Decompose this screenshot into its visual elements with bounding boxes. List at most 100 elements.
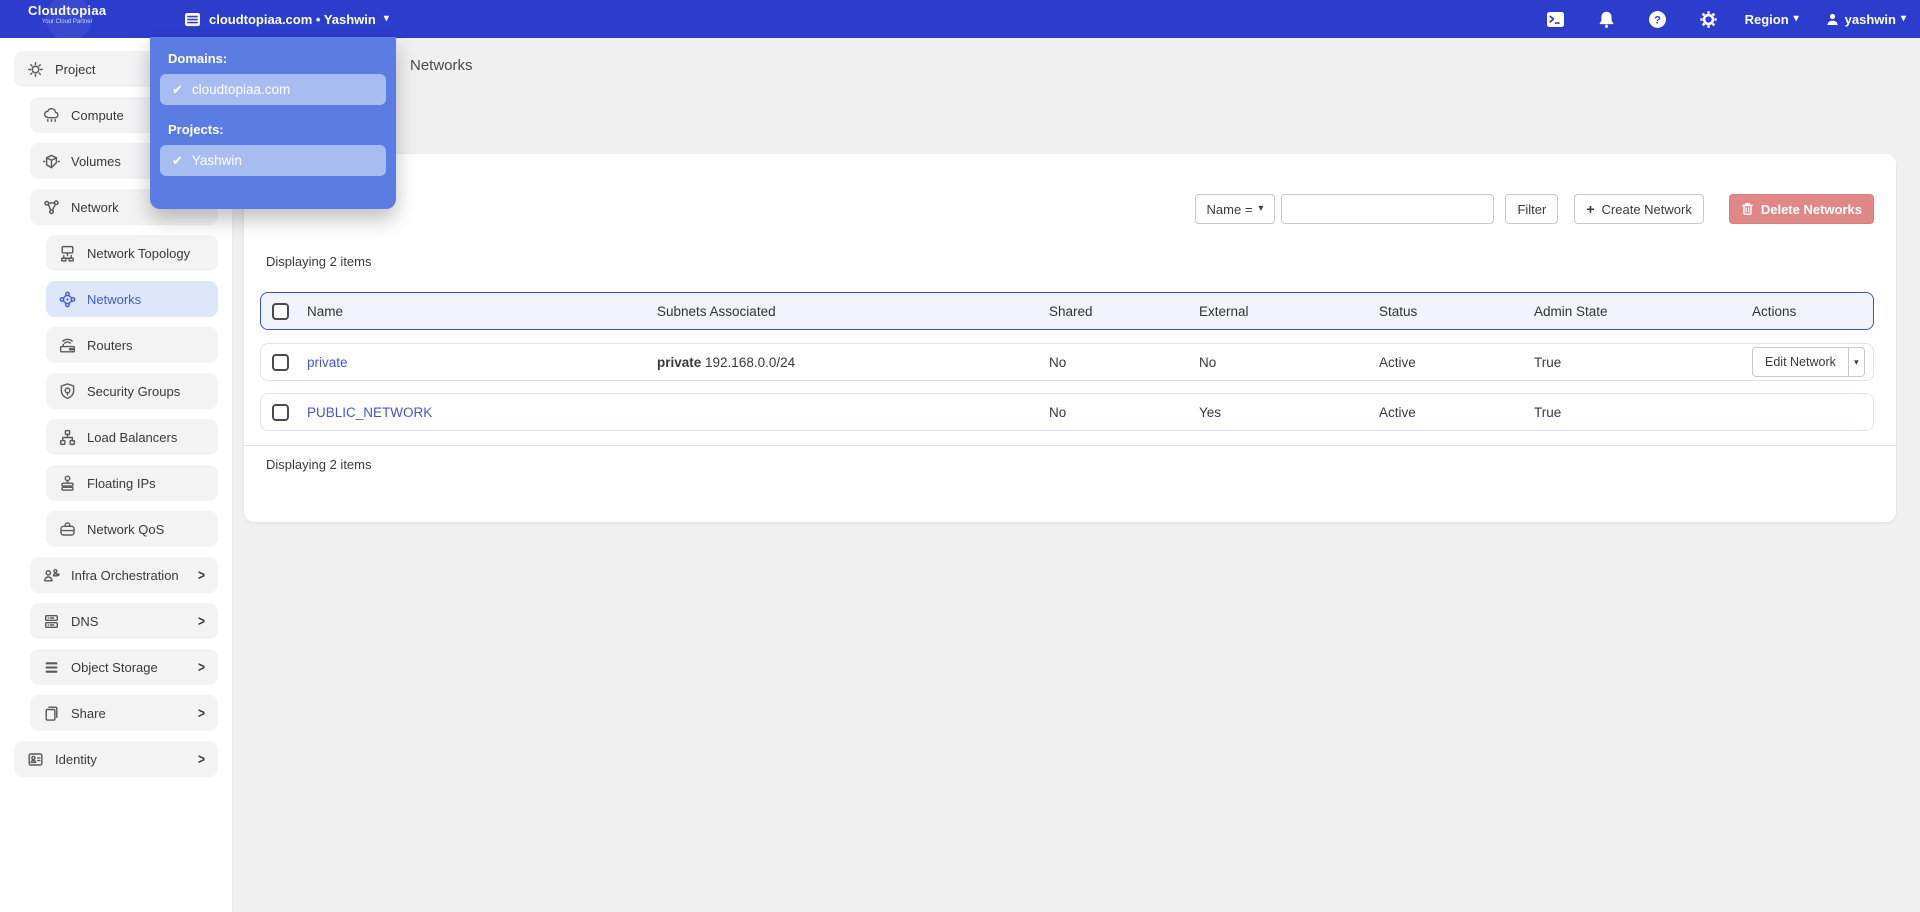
sidebar-item-identity[interactable]: Identity > bbox=[14, 741, 218, 777]
check-icon: ✔ bbox=[172, 152, 183, 168]
network-name-link[interactable]: PUBLIC_NETWORK bbox=[307, 405, 657, 420]
table-footer-divider bbox=[244, 445, 1896, 446]
sidebar-item-label: Compute bbox=[71, 107, 124, 123]
project-option-label: Yashwin bbox=[191, 153, 242, 168]
sidebar-item-load-balancers[interactable]: Load Balancers bbox=[46, 419, 218, 455]
external-cell: Yes bbox=[1199, 404, 1222, 420]
chevron-right-icon: > bbox=[197, 612, 205, 630]
subnets-cell: private 192.168.0.0/24 bbox=[657, 354, 796, 370]
compute-icon bbox=[42, 106, 61, 125]
sidebar-item-label: Share bbox=[71, 705, 106, 721]
sidebar-item-floating-ips[interactable]: Floating IPs bbox=[46, 465, 218, 501]
sidebar-item-networks[interactable]: Networks bbox=[46, 281, 218, 317]
table-row: private private 192.168.0.0/24 No No Active T… bbox=[260, 343, 1874, 381]
brand-tagline: Your Cloud Partner bbox=[41, 19, 93, 25]
sidebar-item-object-storage[interactable]: Object Storage > bbox=[30, 649, 218, 685]
column-header-status: Status bbox=[1379, 303, 1418, 319]
chevron-right-icon: > bbox=[197, 750, 205, 768]
column-header-actions: Actions bbox=[1752, 303, 1797, 319]
sidebar-item-security-groups[interactable]: Security Groups bbox=[46, 373, 218, 409]
user-menu[interactable]: yashwin ▾ bbox=[1825, 12, 1906, 27]
domain-option-label: cloudtopiaa.com bbox=[191, 82, 291, 97]
chevron-right-icon: > bbox=[197, 566, 205, 584]
help-icon[interactable]: ? bbox=[1648, 9, 1668, 29]
row-checkbox[interactable] bbox=[271, 403, 289, 421]
project-option-yashwin[interactable]: ✔ Yashwin bbox=[160, 145, 386, 176]
share-icon bbox=[42, 704, 61, 723]
sidebar-item-label: Object Storage bbox=[71, 659, 158, 675]
chevron-down-icon: ▾ bbox=[1793, 13, 1799, 24]
page-title: Networks bbox=[410, 57, 473, 74]
domain-project-switcher[interactable]: cloudtopiaa.com • Yashwin ▾ bbox=[184, 0, 389, 38]
sidebar-item-label: Networks bbox=[87, 291, 142, 307]
chevron-down-icon: ▾ bbox=[1258, 203, 1264, 214]
item-count-bottom: Displaying 2 items bbox=[266, 457, 372, 472]
settings-gear-icon[interactable] bbox=[1699, 9, 1719, 29]
table-toolbar: Name = ▾ Filter + Create Network Delete … bbox=[1194, 194, 1874, 224]
row-checkbox[interactable] bbox=[271, 353, 289, 371]
status-cell: Active bbox=[1379, 404, 1416, 420]
sidebar-item-share[interactable]: Share > bbox=[30, 695, 218, 731]
domain-option-cloudtopiaa[interactable]: ✔ cloudtopiaa.com bbox=[160, 74, 386, 105]
actions-cell: Edit Network ▾ bbox=[1752, 347, 1873, 377]
sidebar-item-label: Floating IPs bbox=[87, 475, 156, 491]
sidebar-item-routers[interactable]: Routers bbox=[46, 327, 218, 363]
admin-state-cell: True bbox=[1534, 354, 1562, 370]
network-icon bbox=[42, 198, 61, 217]
networks-table: Name Subnets Associated Shared External Stat… bbox=[244, 292, 1896, 472]
list-icon bbox=[184, 12, 201, 27]
column-header-subnets-associated: Subnets Associated bbox=[657, 303, 776, 319]
chevron-right-icon: > bbox=[197, 658, 205, 676]
notifications-bell-icon[interactable] bbox=[1597, 9, 1617, 29]
region-menu[interactable]: Region ▾ bbox=[1745, 12, 1799, 27]
domains-section-label: Domains: bbox=[168, 51, 228, 66]
navbar-right-cluster: ? Region ▾ yashwin ▾ bbox=[1515, 0, 1906, 38]
chevron-right-icon: > bbox=[197, 704, 205, 722]
shared-cell: No bbox=[1049, 354, 1067, 370]
infra-orchestration-icon bbox=[42, 566, 61, 585]
chevron-down-icon: ▾ bbox=[383, 13, 389, 24]
filter-button[interactable]: Filter bbox=[1505, 194, 1559, 224]
sidebar-item-label: Load Balancers bbox=[87, 429, 178, 445]
sidebar-item-network-qos[interactable]: Network QoS bbox=[46, 511, 218, 547]
load-balancers-icon bbox=[58, 428, 77, 447]
column-header-shared: Shared bbox=[1049, 303, 1093, 319]
select-all-checkbox[interactable] bbox=[271, 302, 289, 320]
row-actions-dropdown-toggle[interactable]: ▾ bbox=[1848, 347, 1865, 377]
projects-section-label: Projects: bbox=[168, 122, 224, 137]
security-groups-icon bbox=[58, 382, 77, 401]
table-row: PUBLIC_NETWORK No Yes Active True bbox=[260, 393, 1874, 431]
sidebar-item-label: Network QoS bbox=[87, 521, 165, 537]
identity-icon bbox=[26, 750, 45, 769]
trash-icon bbox=[1741, 202, 1754, 216]
delete-networks-label: Delete Networks bbox=[1760, 201, 1862, 217]
filter-input[interactable] bbox=[1281, 194, 1495, 224]
check-icon: ✔ bbox=[172, 81, 183, 97]
filter-field-select[interactable]: Name = ▾ bbox=[1194, 194, 1276, 224]
console-icon[interactable] bbox=[1546, 9, 1566, 29]
dns-icon bbox=[42, 612, 61, 631]
region-label: Region bbox=[1744, 11, 1789, 27]
create-network-label: Create Network bbox=[1601, 201, 1692, 217]
sidebar-item-label: DNS bbox=[71, 613, 99, 629]
network-name-link[interactable]: private bbox=[307, 355, 657, 370]
switcher-label: cloudtopiaa.com • Yashwin bbox=[209, 11, 376, 27]
column-header-name: Name bbox=[307, 303, 344, 319]
sidebar-item-dns[interactable]: DNS > bbox=[30, 603, 218, 639]
sidebar-item-infra-orchestration[interactable]: Infra Orchestration > bbox=[30, 557, 218, 593]
shared-cell: No bbox=[1049, 404, 1067, 420]
sidebar-item-label: Network Topology bbox=[87, 245, 191, 261]
plus-icon: + bbox=[1586, 201, 1595, 217]
object-storage-icon bbox=[42, 658, 61, 677]
admin-state-cell: True bbox=[1534, 404, 1562, 420]
column-header-admin-state: Admin State bbox=[1534, 303, 1608, 319]
svg-text:?: ? bbox=[1654, 14, 1661, 26]
edit-network-button[interactable]: Edit Network bbox=[1752, 347, 1849, 377]
delete-networks-button[interactable]: Delete Networks bbox=[1728, 194, 1874, 224]
sidebar-item-label: Volumes bbox=[71, 153, 121, 169]
networks-panel: Name = ▾ Filter + Create Network Delete … bbox=[244, 154, 1896, 522]
create-network-button[interactable]: + Create Network bbox=[1574, 194, 1704, 224]
sidebar-item-network-topology[interactable]: Network Topology bbox=[46, 235, 218, 271]
networks-icon bbox=[58, 290, 77, 309]
domain-project-dropdown: Domains: ✔ cloudtopiaa.com Projects: ✔ Y… bbox=[150, 37, 396, 209]
